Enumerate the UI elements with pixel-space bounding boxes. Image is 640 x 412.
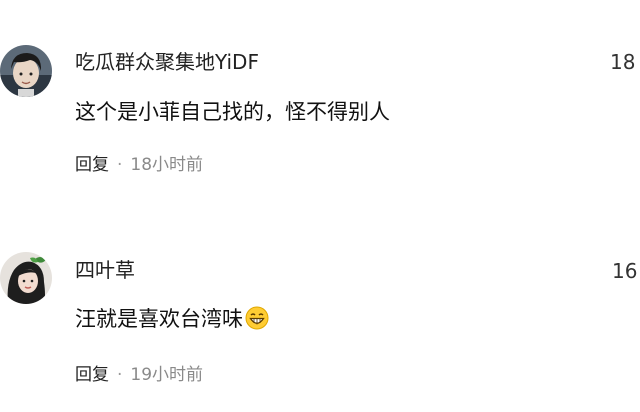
username[interactable]: 吃瓜群众聚集地YiDF <box>75 49 259 75</box>
like-count[interactable]: 18 <box>610 49 635 75</box>
user-avatar[interactable] <box>0 45 52 97</box>
reply-button[interactable]: 回复 <box>75 155 109 175</box>
user-avatar[interactable] <box>0 252 52 304</box>
like-count[interactable]: 16 <box>612 258 637 284</box>
grinning-face-emoji-icon <box>245 306 269 337</box>
comment-item: 吃瓜群众聚集地YiDF 18 这个是小菲自己找的，怪不得别人 回复 · 18小时前 <box>0 0 640 200</box>
reply-button[interactable]: 回复 <box>75 365 109 385</box>
username[interactable]: 四叶草 <box>75 257 135 283</box>
separator-dot: · <box>117 155 123 175</box>
avatar-image <box>0 252 52 304</box>
timestamp: 18小时前 <box>130 155 204 175</box>
comment-meta: 回复 · 19小时前 <box>75 364 203 386</box>
timestamp: 19小时前 <box>130 365 204 385</box>
comment-text-body: 汪就是喜欢台湾味 <box>75 307 243 331</box>
avatar-image <box>0 45 52 97</box>
separator-dot: · <box>117 365 123 385</box>
comment-text: 汪就是喜欢台湾味 <box>75 305 269 337</box>
comment-text: 这个是小菲自己找的，怪不得别人 <box>75 100 390 124</box>
comment-item: 四叶草 16 汪就是喜欢台湾味 回复 · 19小时前 <box>0 200 640 412</box>
comment-meta: 回复 · 18小时前 <box>75 154 203 176</box>
